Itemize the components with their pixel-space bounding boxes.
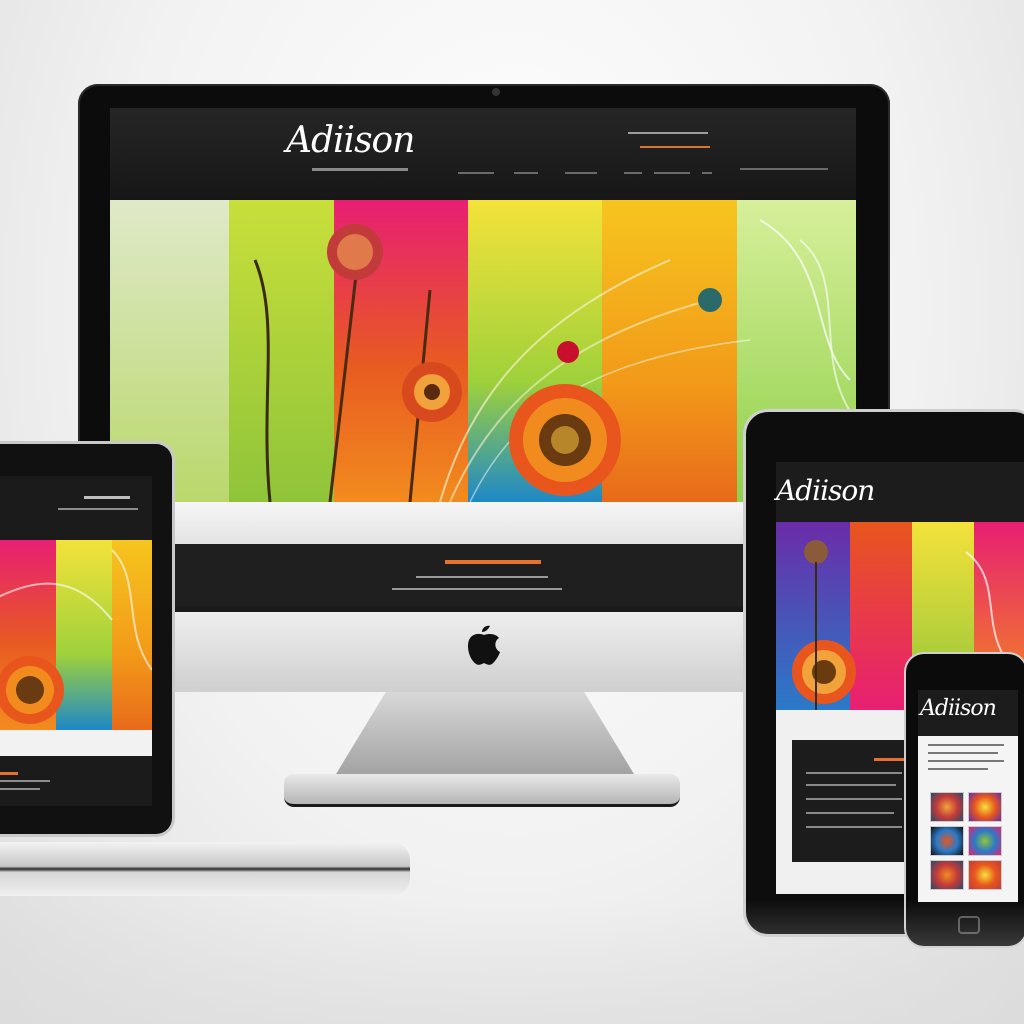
tablet-left-heading: [0, 772, 18, 775]
tablet-right-text-line: [806, 798, 902, 800]
tablet-right-heading: [874, 758, 906, 761]
smartphone-logo[interactable]: Adiison: [920, 696, 997, 721]
site-logo[interactable]: Adiison: [286, 120, 415, 161]
nav-item[interactable]: [565, 172, 597, 174]
tablet-left-artwork: [0, 540, 152, 730]
tablet-left-divider: [0, 730, 152, 756]
nav-item[interactable]: [458, 172, 494, 174]
tablet-left-logo: [84, 496, 130, 499]
smartphone-text-line: [928, 768, 988, 770]
tablet-right-logo[interactable]: Adiison: [776, 474, 875, 507]
apple-logo-icon: [466, 624, 502, 673]
smartphone-text-line: [928, 752, 998, 754]
smartphone-text-line: [928, 760, 1004, 762]
tablet-right-text-line: [806, 812, 894, 814]
tablet-right-text-line: [806, 784, 896, 786]
nav-item[interactable]: [654, 172, 690, 174]
flower-illustration: [253, 219, 856, 502]
site-header: [110, 108, 856, 200]
hero-artwork: [110, 200, 856, 502]
header-text-line: [628, 132, 708, 134]
tablet-left-text-line: [0, 788, 40, 790]
logo-tagline: [312, 168, 408, 171]
tablet-left-text-line: [58, 508, 138, 510]
tablet-right-text-line: [806, 826, 902, 828]
gallery-thumbnail[interactable]: [930, 792, 964, 822]
gallery-thumbnail[interactable]: [930, 826, 964, 856]
nav-item[interactable]: [514, 172, 538, 174]
nav-item[interactable]: [702, 172, 712, 174]
desktop-stand-base: [284, 774, 680, 807]
nav-item[interactable]: [624, 172, 642, 174]
gallery-thumbnail[interactable]: [968, 860, 1002, 890]
footer-panel: [172, 544, 746, 606]
nav-item[interactable]: [740, 168, 828, 170]
content-divider: [110, 502, 856, 544]
desktop-stand-neck: [330, 692, 640, 784]
device-mockup-scene: Adiison Adiison Adiison: [0, 0, 1024, 1024]
webcam-icon: [492, 88, 500, 96]
footer-text-line: [416, 576, 548, 578]
gallery-thumbnail[interactable]: [968, 792, 1002, 822]
tablet-left-text-line: [0, 780, 50, 782]
keyboard: [0, 842, 410, 896]
footer-text-line: [392, 588, 562, 590]
smartphone-text-line: [928, 744, 1004, 746]
header-text-line: [640, 146, 710, 148]
floor-reflection: [0, 900, 1024, 1024]
tablet-right-text-line: [806, 772, 902, 774]
footer-title: [445, 560, 541, 564]
gallery-thumbnail[interactable]: [930, 860, 964, 890]
gallery-thumbnail[interactable]: [968, 826, 1002, 856]
